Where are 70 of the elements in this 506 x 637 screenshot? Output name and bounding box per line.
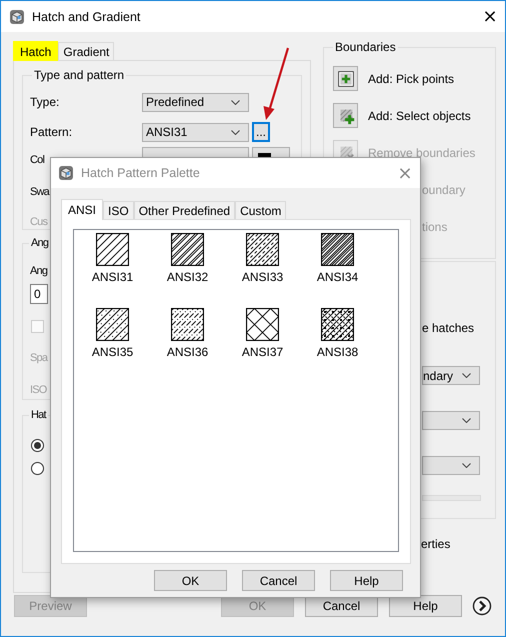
hatch-pattern-icon[interactable] (96, 308, 129, 341)
boundary-label: oundary (422, 182, 466, 196)
group-title: Boundaries (334, 40, 397, 54)
boundary-label: Add: Select objects (368, 108, 471, 122)
radio-button[interactable] (31, 462, 44, 475)
boundary-button[interactable] (333, 66, 358, 91)
radio-button[interactable] (31, 439, 44, 452)
type-dropdown[interactable]: Predefined (142, 92, 249, 112)
close-button[interactable]: × (475, 1, 505, 32)
hatch-pattern-icon[interactable] (321, 308, 354, 341)
palette-tab[interactable]: ISO (103, 201, 134, 219)
pattern-dropdown[interactable]: ANSI31 (142, 122, 249, 142)
option-label: e hatches (422, 321, 474, 335)
caret-icon (462, 418, 471, 423)
hatch-pattern-icon[interactable] (171, 233, 204, 266)
boundary-label: Remove boundaries (368, 146, 476, 160)
pattern-name[interactable]: ANSI34 (316, 270, 358, 284)
dialog-button[interactable]: Help (389, 595, 462, 617)
field-label: Pattern: (30, 125, 74, 139)
pattern-name[interactable]: ANSI37 (242, 345, 284, 359)
group-title: Type and pattern (33, 68, 126, 82)
boundary-label: tions (422, 220, 448, 234)
option-dropdown[interactable] (422, 411, 480, 430)
field-label: Type: (30, 95, 60, 109)
pattern-name[interactable]: ANSI32 (166, 270, 208, 284)
hatch-plus-icon (336, 70, 354, 88)
close-button[interactable]: × (390, 158, 420, 188)
option-label: erties (421, 537, 450, 551)
hatch-pattern-icon[interactable] (246, 233, 279, 266)
cube-icon (58, 165, 74, 181)
angle-field[interactable]: 0 (30, 284, 48, 304)
chevron-icon (472, 596, 492, 616)
palette-tab[interactable]: Other Predefined (134, 201, 236, 219)
field-label: Cus (30, 216, 49, 228)
dialog-button[interactable]: OK (154, 570, 227, 591)
pattern-name[interactable]: ANSI33 (242, 270, 284, 284)
hatch-pattern-icon[interactable] (96, 233, 129, 266)
pattern-name[interactable]: ANSI31 (92, 270, 134, 284)
hatch-pattern-icon[interactable] (171, 308, 204, 341)
dialog-button[interactable]: Cancel (242, 570, 315, 591)
group-title: Hat (30, 408, 48, 422)
dialog-button[interactable]: Help (330, 570, 403, 591)
window-title: Hatch and Gradient (32, 10, 140, 24)
field-label: Col (30, 154, 46, 166)
browse-button[interactable]: ... (252, 122, 270, 142)
hatch-pattern-icon[interactable] (321, 233, 354, 266)
cube-icon (9, 8, 25, 24)
dialog-title: Hatch Pattern Palette (81, 166, 200, 180)
field-label: ISO (30, 383, 47, 397)
field-label: Spa (30, 351, 48, 365)
caret-icon (462, 373, 471, 378)
more-options-button[interactable] (472, 596, 492, 616)
tab[interactable]: Gradient (58, 42, 114, 60)
palette-tab[interactable]: ANSI (61, 199, 104, 220)
slider-track[interactable] (422, 495, 481, 501)
pattern-name[interactable]: ANSI35 (92, 345, 134, 359)
pattern-name[interactable]: ANSI38 (316, 345, 358, 359)
option-dropdown[interactable] (422, 456, 480, 475)
group-title: Ang (30, 236, 50, 250)
boundary-label: Add: Pick points (368, 72, 454, 86)
hatch-pattern-icon[interactable] (246, 308, 279, 341)
caret-icon (231, 130, 240, 134)
option-dropdown[interactable]: ndary (422, 366, 480, 385)
caret-icon (462, 463, 471, 468)
field-label: Ang (30, 264, 48, 278)
tab[interactable]: Hatch (13, 41, 58, 61)
palette-tab[interactable]: Custom (235, 201, 286, 219)
pattern-name[interactable]: ANSI36 (166, 345, 208, 359)
caret-icon (231, 100, 240, 104)
field-label: Swa (30, 186, 51, 198)
